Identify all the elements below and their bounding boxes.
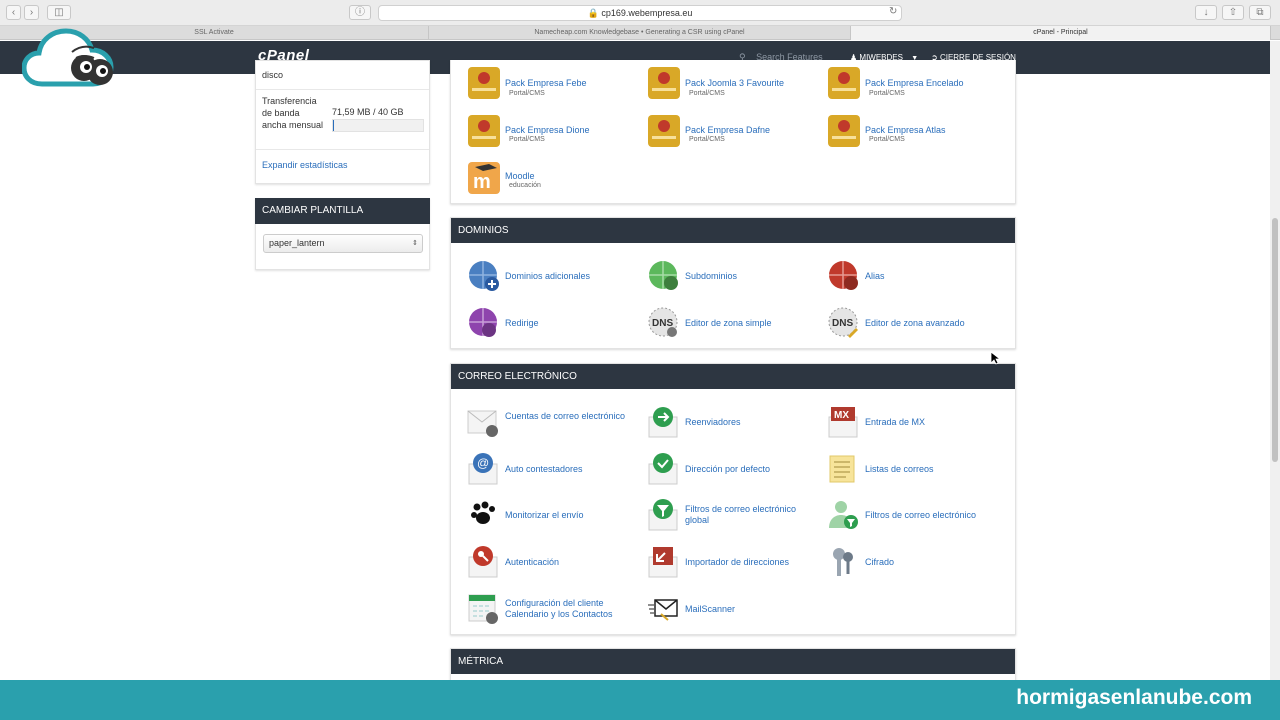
share-button[interactable]: ⇧ (1222, 5, 1244, 20)
address-importer[interactable]: Importador de direcciones (647, 545, 817, 581)
reader-icon[interactable]: ⓘ (349, 5, 371, 20)
select-arrows-icon: ⇕ (412, 240, 418, 247)
envelope-at-icon: @ (467, 452, 501, 486)
autoresponders[interactable]: @ Auto contestadores (467, 452, 637, 488)
address-bar-url: cp169.webempresa.eu (601, 8, 693, 18)
browser-toolbar: ‹ › ◫ ⓘ 🔒 cp169.webempresa.eu ↻ ↓ ⇧ ⧉ (0, 0, 1280, 26)
mouse-cursor-icon (990, 351, 1002, 370)
user-filter-icon (827, 498, 861, 532)
paw-print-icon (467, 498, 501, 532)
mailscanner[interactable]: MailScanner (647, 592, 817, 628)
joomla-package-icon (827, 114, 861, 148)
svg-text:m: m (473, 171, 491, 193)
forwarders[interactable]: Reenviadores (647, 405, 817, 441)
email-accounts[interactable]: Cuentas de correo electrónico (467, 405, 637, 441)
joomla-package-icon (467, 114, 501, 148)
template-select[interactable]: paper_lantern ⇕ (263, 234, 423, 253)
calendar-gear-icon (467, 592, 501, 626)
watermark-banner: hormigasenlanube.com (0, 680, 1280, 720)
domains-section-title: DOMINIOS (451, 218, 1015, 243)
envelope-gear-icon (467, 405, 501, 439)
list-note-icon (827, 452, 861, 486)
divider (256, 149, 429, 150)
user-email-filters[interactable]: Filtros de correo electrónico (827, 498, 997, 534)
svg-text:DNS: DNS (832, 318, 853, 329)
watermark-text: hormigasenlanube.com (1016, 686, 1252, 709)
app-pack-joomla-3-favourite[interactable]: Pack Joomla 3 Favourite Portal/CMS (647, 66, 817, 102)
stat-value-bandwidth: 71,59 MB / 40 GB (332, 107, 404, 117)
lock-icon: 🔒 (587, 8, 599, 18)
envelope-mx-icon: MX (827, 405, 861, 439)
metrics-section-title: MÉTRICA (451, 649, 1015, 674)
envelope-key-icon (467, 545, 501, 579)
envelope-forward-icon (647, 405, 681, 439)
keys-icon (827, 545, 861, 579)
email-section: CORREO ELECTRÓNICO Cuentas de correo ele… (450, 363, 1016, 635)
track-delivery[interactable]: Monitorizar el envío (467, 498, 637, 534)
bandwidth-progress-fill (333, 120, 334, 131)
template-panel-title: CAMBIAR PLANTILLA (255, 198, 430, 224)
email-section-title: CORREO ELECTRÓNICO (451, 364, 1015, 389)
joomla-package-icon (467, 66, 501, 100)
tab-namecheap[interactable]: Namecheap.com Knowledgebase • Generating… (429, 26, 851, 40)
subdomains[interactable]: Subdominios (647, 259, 817, 295)
aliases[interactable]: Alias (827, 259, 997, 295)
template-panel: CAMBIAR PLANTILLA paper_lantern ⇕ (255, 198, 430, 270)
global-email-filters[interactable]: Filtros de correo electrónico global (647, 498, 817, 534)
stat-label-disk: disco (262, 70, 284, 80)
app-pack-empresa-atlas[interactable]: Pack Empresa Atlas Portal/CMS (827, 114, 997, 150)
envelope-check-icon (647, 452, 681, 486)
app-pack-empresa-dione[interactable]: Pack Empresa Dione Portal/CMS (467, 114, 637, 150)
downloads-button[interactable]: ↓ (1195, 5, 1217, 20)
calendar-contacts-config[interactable]: Configuración del cliente Calendario y l… (467, 592, 637, 628)
template-select-value: paper_lantern (269, 238, 325, 248)
joomla-package-icon (827, 66, 861, 100)
mascot-logo-icon (21, 22, 122, 97)
mx-entry[interactable]: MX Entrada de MX (827, 405, 997, 441)
tabs-overview-button[interactable]: ⧉ (1249, 5, 1271, 20)
app-pack-empresa-dafne[interactable]: Pack Empresa Dafne Portal/CMS (647, 114, 817, 150)
back-button[interactable]: ‹ (6, 5, 21, 20)
dns-pencil-icon: DNS (827, 306, 861, 340)
simple-zone-editor[interactable]: DNS Editor de zona simple (647, 306, 817, 342)
envelope-filter-icon (647, 498, 681, 532)
divider (256, 89, 429, 90)
forward-button[interactable]: › (24, 5, 39, 20)
stat-label-bandwidth: Transferencia de banda ancha mensual (262, 96, 324, 130)
globe-sub-icon (647, 259, 681, 293)
expand-stats-link[interactable]: Expandir estadísticas (262, 160, 348, 170)
envelope-import-icon (647, 545, 681, 579)
globe-plus-icon (467, 259, 501, 293)
advanced-zone-editor[interactable]: DNS Editor de zona avanzado (827, 306, 997, 342)
globe-alias-icon (827, 259, 861, 293)
mailing-lists[interactable]: Listas de correos (827, 452, 997, 488)
encryption[interactable]: Cifrado (827, 545, 997, 581)
reload-icon[interactable]: ↻ (889, 6, 897, 17)
mail-scanner-icon (647, 592, 681, 626)
default-address[interactable]: Dirección por defecto (647, 452, 817, 488)
moodle-icon: m (467, 161, 501, 195)
domains-section: DOMINIOS Dominios adicionales Subdominio… (450, 217, 1016, 349)
app-pack-empresa-febe[interactable]: Pack Empresa Febe Portal/CMS (467, 66, 637, 102)
tab-cpanel[interactable]: cPanel - Principal (851, 26, 1271, 40)
page-scrollbar-thumb[interactable] (1272, 218, 1278, 462)
svg-text:MX: MX (834, 410, 849, 421)
dns-gear-icon: DNS (647, 306, 681, 340)
stats-panel: disco Transferencia de banda ancha mensu… (255, 60, 430, 184)
svg-text:@: @ (477, 456, 489, 470)
authentication[interactable]: Autenticación (467, 545, 637, 581)
redirects[interactable]: Redirige (467, 306, 637, 342)
address-bar[interactable]: 🔒 cp169.webempresa.eu (378, 5, 902, 21)
bandwidth-progress (332, 119, 424, 132)
joomla-package-icon (647, 114, 681, 148)
app-pack-empresa-encelado[interactable]: Pack Empresa Encelado Portal/CMS (827, 66, 997, 102)
joomla-package-icon (647, 66, 681, 100)
apps-section: Pack Empresa Febe Portal/CMS Pack Joomla… (450, 60, 1016, 204)
tab-bar: SSL Activate Namecheap.com Knowledgebase… (0, 26, 1280, 40)
globe-redirect-icon (467, 306, 501, 340)
addon-domains[interactable]: Dominios adicionales (467, 259, 637, 295)
sidebar-toggle-button[interactable]: ◫ (47, 5, 71, 20)
app-moodle[interactable]: m Moodle educación (467, 161, 637, 197)
